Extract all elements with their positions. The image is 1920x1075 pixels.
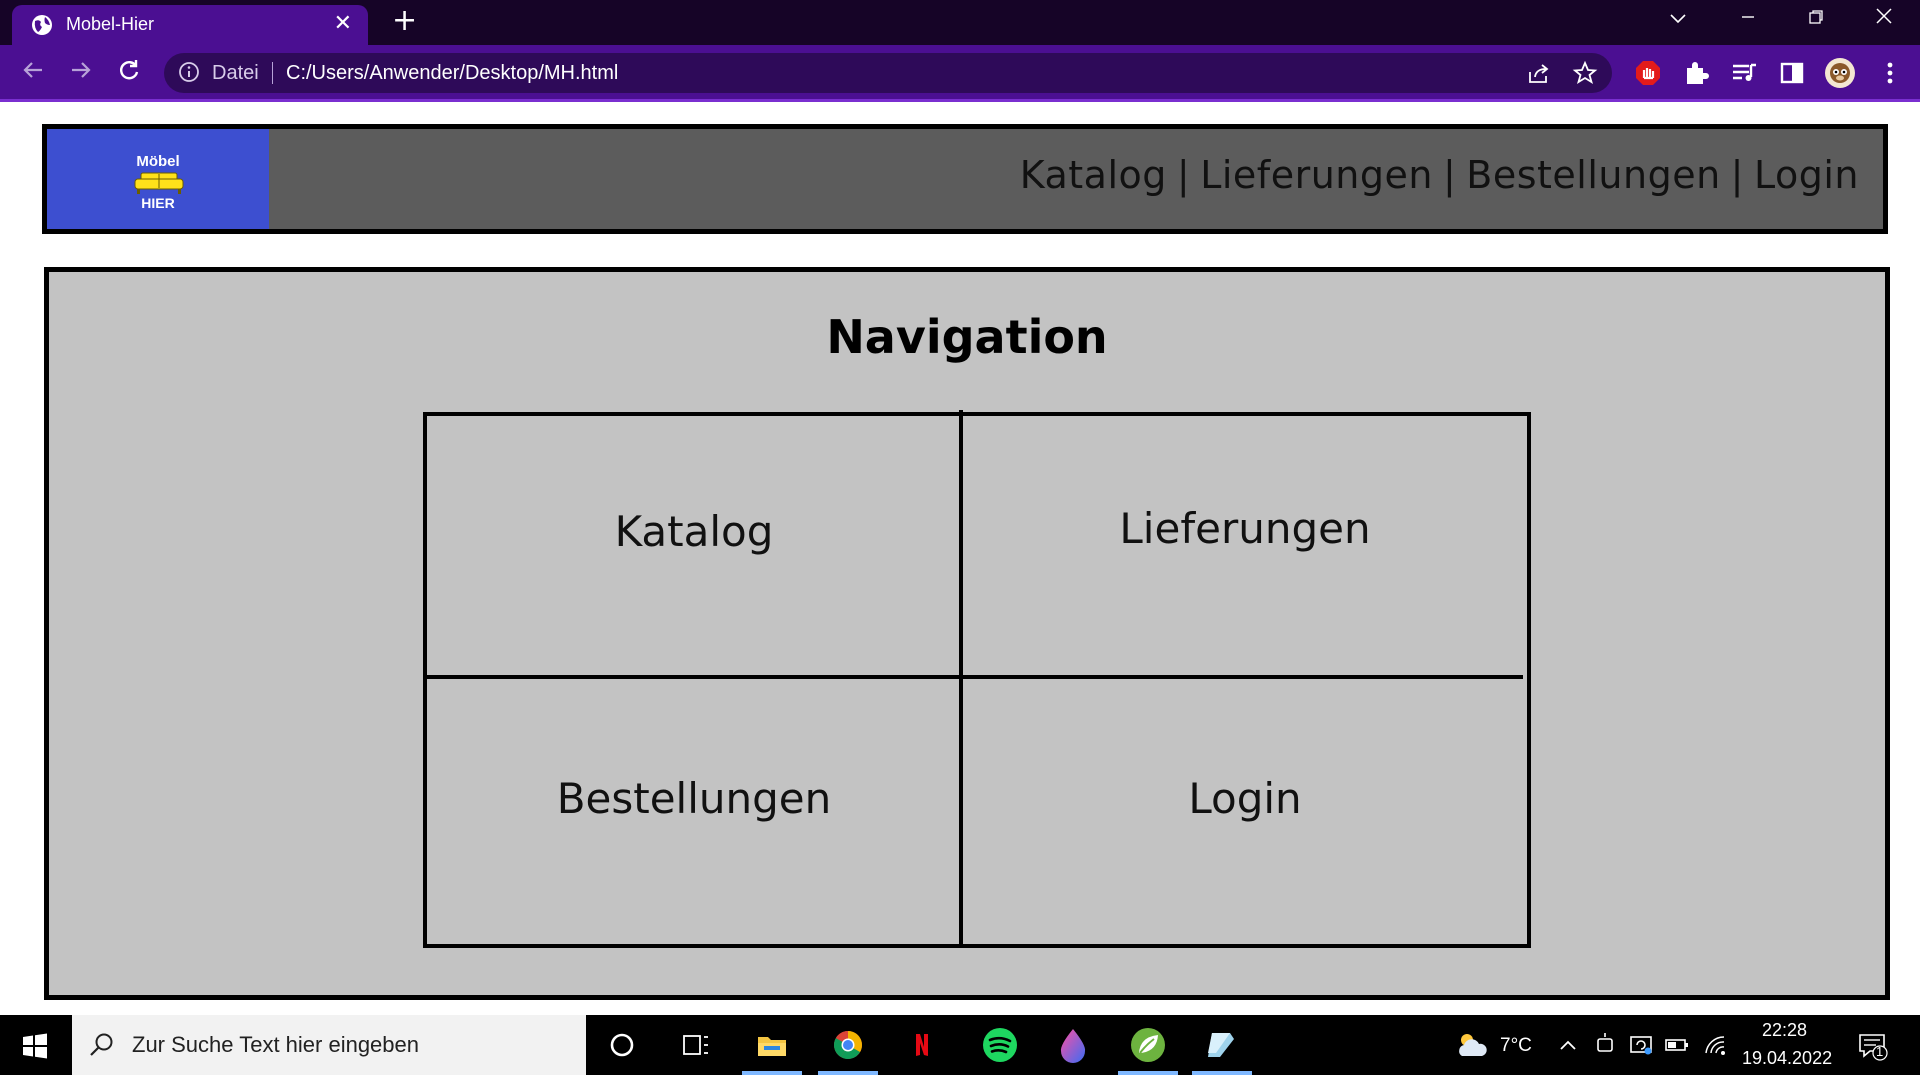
adblock-extension-icon[interactable] xyxy=(1634,59,1662,87)
meet-now-icon[interactable] xyxy=(1594,1029,1618,1061)
share-icon[interactable] xyxy=(1526,60,1552,86)
address-url[interactable]: C:/Users/Anwender/Desktop/MH.html xyxy=(286,62,618,85)
grid-border xyxy=(423,412,1531,948)
notification-center-icon[interactable] xyxy=(1856,1029,1890,1061)
netflix-icon[interactable] xyxy=(906,1029,938,1061)
windows-start-icon[interactable] xyxy=(22,1033,48,1059)
notification-count: 1 xyxy=(1876,1044,1884,1059)
sofa-icon xyxy=(134,172,184,194)
close-window-button[interactable] xyxy=(1856,0,1912,40)
side-panel-icon[interactable] xyxy=(1778,59,1806,87)
topnav-link-bestellungen[interactable]: Bestellungen xyxy=(1466,153,1720,197)
topnav-separator: | xyxy=(1176,153,1191,197)
chrome-icon[interactable] xyxy=(832,1029,864,1061)
site-header: Möbel HIER Katalog | Lieferungen | Bestellun… xyxy=(42,124,1888,234)
top-navigation: Katalog | Lieferungen | Bestellungen | Login xyxy=(1020,153,1859,197)
weather-icon[interactable] xyxy=(1454,1029,1490,1061)
restore-button[interactable] xyxy=(1788,0,1844,40)
nav-cell-katalog[interactable]: Katalog xyxy=(427,507,961,556)
nav-cell-bestellungen[interactable]: Bestellungen xyxy=(427,774,961,823)
topnav-separator: | xyxy=(1442,153,1457,197)
tab-close-button[interactable]: ✕ xyxy=(334,12,352,36)
clock-date[interactable]: 19.04.2022 xyxy=(1742,1048,1832,1069)
navigation-heading: Navigation xyxy=(826,310,1108,364)
extensions-icon[interactable] xyxy=(1682,59,1710,87)
more-menu-icon[interactable] xyxy=(1876,59,1904,87)
file-explorer-icon[interactable] xyxy=(756,1029,788,1061)
globe-icon xyxy=(32,15,52,35)
battery-icon[interactable] xyxy=(1664,1029,1690,1061)
wifi-icon[interactable] xyxy=(1702,1029,1728,1061)
media-control-icon[interactable] xyxy=(1730,59,1758,87)
profile-avatar-icon[interactable] xyxy=(1824,57,1856,89)
tab-search-button[interactable] xyxy=(1650,0,1706,40)
logo-text-top: Möbel xyxy=(136,153,180,170)
tab-title: Mobel-Hier xyxy=(66,14,155,34)
file-explorer-active-indicator xyxy=(742,1071,802,1075)
new-tab-button[interactable]: + xyxy=(392,6,417,36)
topnav-separator: | xyxy=(1730,153,1744,197)
nav-cell-lieferungen[interactable]: Lieferungen xyxy=(963,504,1527,553)
paint-drop-icon[interactable] xyxy=(1056,1027,1090,1063)
site-logo[interactable]: Möbel HIER xyxy=(47,129,269,229)
task-view-icon[interactable] xyxy=(680,1029,712,1061)
notepad-active-indicator xyxy=(1192,1071,1252,1075)
grid-divider-horizontal xyxy=(423,675,1523,679)
address-divider xyxy=(272,62,273,84)
cortana-icon[interactable] xyxy=(606,1029,638,1061)
topnav-link-katalog[interactable]: Katalog xyxy=(1020,153,1167,197)
forward-button[interactable] xyxy=(66,57,96,87)
logo-text-bottom: HIER xyxy=(141,195,175,211)
notepad-icon[interactable] xyxy=(1206,1029,1238,1061)
browser-tab[interactable]: Mobel-Hier ✕ xyxy=(12,5,368,45)
chrome-active-indicator xyxy=(818,1071,878,1075)
toolbar-divider xyxy=(0,99,1920,102)
leaf-app-icon[interactable] xyxy=(1130,1027,1166,1063)
taskbar-search-box[interactable]: Zur Suche Text hier eingeben xyxy=(72,1015,586,1075)
search-placeholder: Zur Suche Text hier eingeben xyxy=(132,1032,419,1057)
leaf-app-active-indicator xyxy=(1118,1071,1178,1075)
reload-button[interactable] xyxy=(114,57,144,87)
topnav-link-login[interactable]: Login xyxy=(1754,153,1859,197)
browser-titlebar: Mobel-Hier ✕ + xyxy=(0,0,1920,45)
weather-temperature[interactable]: 7°C xyxy=(1500,1035,1532,1057)
address-scheme-label: Datei xyxy=(212,62,259,84)
nav-cell-login[interactable]: Login xyxy=(963,774,1527,823)
minimize-button[interactable] xyxy=(1720,0,1776,40)
windows-taskbar: Zur Suche Text hier eingeben 7°C 22:28 1… xyxy=(0,1015,1920,1075)
navigation-grid: Katalog Lieferungen Bestellungen Login xyxy=(423,410,1533,950)
spotify-icon[interactable] xyxy=(982,1027,1018,1063)
info-icon[interactable] xyxy=(178,61,200,83)
clock-time[interactable]: 22:28 xyxy=(1762,1020,1807,1041)
navigation-section: Navigation Katalog Lieferungen Bestellun… xyxy=(44,267,1890,1000)
bookmark-star-icon[interactable] xyxy=(1572,60,1598,86)
search-icon xyxy=(90,1033,113,1056)
chevron-up-icon[interactable] xyxy=(1556,1029,1580,1061)
address-bar[interactable]: Datei C:/Users/Anwender/Desktop/MH.html xyxy=(164,53,1612,93)
browser-toolbar: Datei C:/Users/Anwender/Desktop/MH.html xyxy=(0,45,1920,100)
sync-display-icon[interactable] xyxy=(1628,1029,1654,1061)
topnav-link-lieferungen[interactable]: Lieferungen xyxy=(1200,153,1433,197)
back-button[interactable] xyxy=(18,57,48,87)
